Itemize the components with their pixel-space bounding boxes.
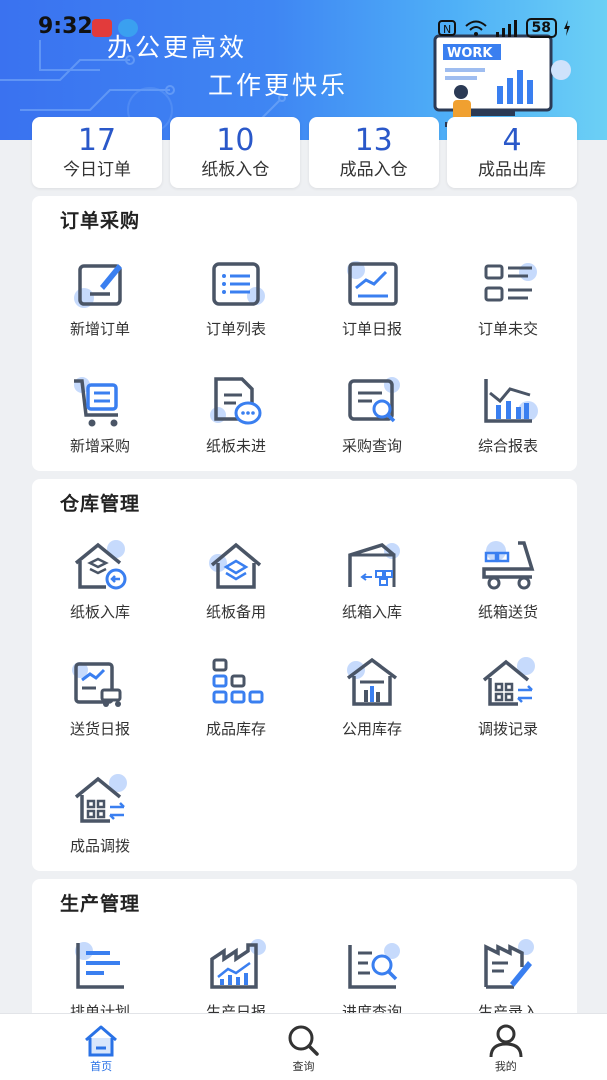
function-grid: 新增订单 订单列表 订单日报 订单未交新增采购 纸板未进 采购查询 综合报表: [32, 246, 577, 471]
function-label: 纸箱送货: [477, 603, 538, 621]
signal-icon: [495, 20, 517, 37]
function-item[interactable]: 送货日报: [32, 646, 168, 763]
function-label: 新增订单: [69, 320, 130, 338]
function-item[interactable]: 新增订单: [32, 246, 168, 363]
battery-level: 58: [525, 18, 557, 38]
function-label: 订单未交: [477, 320, 538, 338]
tab-label: 首页: [90, 1060, 113, 1073]
pending-list-icon: [484, 263, 537, 302]
shopping-cart-icon: [74, 377, 118, 427]
document-search-icon: [348, 377, 400, 423]
function-label: 纸板备用: [205, 603, 266, 621]
function-item[interactable]: 纸箱入库: [304, 529, 440, 646]
tab-label: 查询: [292, 1060, 315, 1073]
function-label: 采购查询: [341, 437, 402, 455]
section-title: 生产管理: [60, 893, 141, 915]
stat-label: 纸板入仓: [201, 160, 270, 180]
tab-home[interactable]: 首页: [0, 1014, 202, 1080]
edit-document-icon: [74, 264, 122, 308]
tab-query[interactable]: 查询: [202, 1014, 404, 1080]
tab-label: 我的: [494, 1060, 517, 1073]
function-item[interactable]: 纸箱送货: [440, 529, 576, 646]
section-warehouse: 仓库管理 纸板入库 纸板备用 纸箱入库 纸箱送货送货日报 成品库存 公用库存 调拨记录成品调…: [32, 479, 577, 871]
function-item[interactable]: 纸板未进: [168, 363, 304, 471]
document-chat-icon: [210, 377, 262, 425]
function-label: 综合报表: [477, 437, 538, 455]
section-title: 仓库管理: [60, 493, 141, 515]
charging-icon: [564, 20, 570, 36]
nfc-icon: N: [437, 20, 456, 36]
stat-product-in[interactable]: 13 成品入仓: [308, 117, 439, 188]
section-order-purchase: 订单采购 新增订单 订单列表 订单日报 订单未交新增采购 纸板未进 采购查询 综合报表: [32, 196, 577, 471]
list-icon: [212, 262, 265, 306]
trend-report-icon: [347, 261, 398, 306]
function-item[interactable]: 成品调拨: [32, 763, 168, 871]
box-warehouse-icon: [348, 543, 400, 587]
schedule-bars-icon: [75, 942, 124, 989]
function-label: 新增采购: [69, 437, 130, 455]
stat-value: 13: [354, 123, 393, 158]
function-label: 纸板未进: [205, 437, 266, 455]
function-label: 纸箱入库: [341, 603, 402, 621]
delivery-truck-icon: [482, 541, 535, 590]
tab-mine[interactable]: 我的: [405, 1014, 607, 1080]
wifi-icon: [464, 20, 487, 36]
function-item[interactable]: 调拨记录: [440, 646, 576, 763]
stat-value: 4: [502, 123, 522, 158]
stat-label: 成品出库: [477, 160, 546, 180]
factory-edit-icon: [484, 939, 534, 989]
stat-value: 17: [77, 123, 117, 158]
function-item[interactable]: 新增采购: [32, 363, 168, 471]
warehouse-layers-icon: [209, 542, 262, 589]
stat-product-out[interactable]: 4 成品出库: [446, 117, 577, 188]
status-bar: 9:32 N 58: [0, 0, 607, 56]
stat-label: 成品入仓: [339, 160, 408, 180]
function-label: 订单日报: [341, 320, 402, 338]
user-icon: [489, 1024, 523, 1058]
function-label: 订单列表: [205, 320, 266, 338]
function-item[interactable]: 订单列表: [168, 246, 304, 363]
function-grid: 纸板入库 纸板备用 纸箱入库 纸箱送货送货日报 成品库存 公用库存 调拨记录成品调拨: [32, 529, 577, 871]
section-title: 订单采购: [60, 210, 141, 232]
svg-text:N: N: [443, 23, 451, 36]
function-label: 送货日报: [69, 720, 130, 738]
slogan-line-2: 工作更快乐: [208, 71, 349, 100]
transfer-house-icon: [482, 657, 535, 706]
bottom-tab-bar: 首页 查询 我的: [0, 1013, 607, 1080]
function-label: 纸板入库: [69, 603, 130, 621]
status-icons: N 58: [436, 16, 571, 40]
stat-label: 今日订单: [63, 160, 131, 180]
function-label: 成品调拨: [69, 837, 130, 855]
progress-search-icon: [348, 943, 400, 989]
function-item[interactable]: 采购查询: [304, 363, 440, 471]
function-item[interactable]: 订单日报: [304, 246, 440, 363]
function-item[interactable]: 综合报表: [440, 363, 576, 471]
function-item[interactable]: 纸板入库: [32, 529, 168, 646]
bar-chart-icon: [484, 379, 538, 423]
delivery-report-icon: [72, 662, 122, 707]
function-item[interactable]: 公用库存: [304, 646, 440, 763]
warehouse-chart-icon: [346, 657, 398, 706]
function-label: 公用库存: [341, 720, 402, 738]
slogan-line-1: 办公更高效: [107, 33, 248, 62]
status-time: 9:32: [38, 14, 93, 39]
stat-value: 10: [216, 123, 255, 158]
stat-board-in[interactable]: 10 纸板入仓: [170, 117, 301, 188]
stats-row: 17 今日订单 10 纸板入仓 13 成品入仓 4 成品出库: [32, 117, 577, 188]
stacked-boxes-icon: [212, 658, 264, 704]
factory-chart-icon: [210, 939, 266, 989]
function-item[interactable]: 订单未交: [440, 246, 576, 363]
home-icon: [85, 1025, 118, 1057]
function-item[interactable]: 成品库存: [168, 646, 304, 763]
transfer-house-icon: [74, 774, 127, 823]
function-label: 调拨记录: [477, 720, 538, 738]
function-label: 成品库存: [205, 720, 266, 738]
function-item[interactable]: 纸板备用: [168, 529, 304, 646]
stat-today-orders[interactable]: 17 今日订单: [32, 117, 162, 188]
search-icon: [288, 1025, 320, 1056]
warehouse-in-icon: [74, 540, 127, 590]
